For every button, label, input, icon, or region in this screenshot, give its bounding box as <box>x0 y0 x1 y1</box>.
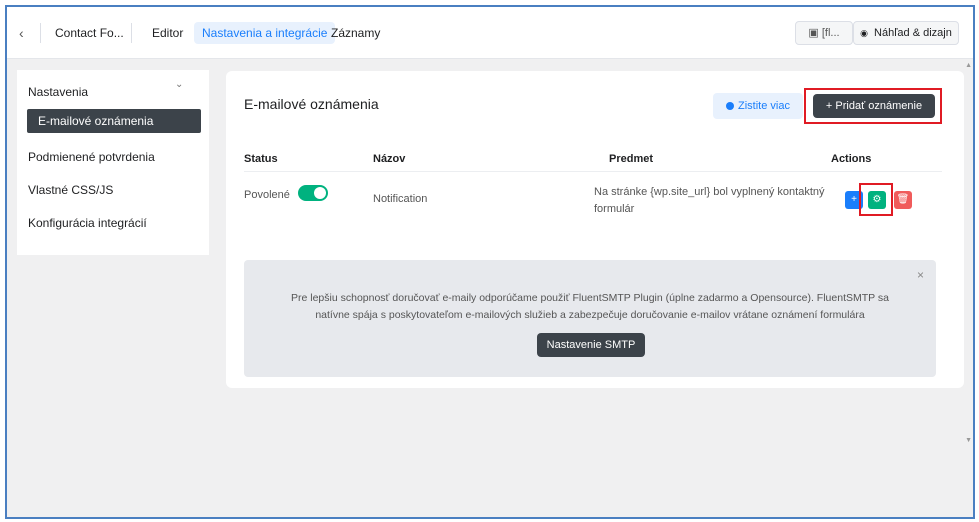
divider <box>131 23 132 43</box>
eye-icon: ◉ <box>860 28 868 38</box>
row-status-text: Povolené <box>244 189 290 201</box>
status-toggle[interactable] <box>298 185 328 201</box>
row-subject: Na stránke {wp.site_url} bol vyplnený ko… <box>594 186 825 215</box>
column-header-name: Názov <box>373 153 406 165</box>
highlight-box: + Pridať oznámenie <box>804 88 942 124</box>
sidebar-item-integration-config[interactable]: Konfigurácia integrácií <box>28 211 147 235</box>
smtp-setup-button[interactable]: Nastavenie SMTP <box>537 333 645 357</box>
info-icon <box>726 102 735 110</box>
preview-label: Náhľad & dizajn <box>874 27 952 39</box>
top-bar: ‹ Contact Fo... Editor Nastavenia a inte… <box>7 7 973 59</box>
trash-icon[interactable]: 🗑 <box>894 191 912 209</box>
tab-entries[interactable]: Záznamy <box>323 22 388 44</box>
column-header-actions: Actions <box>831 153 872 165</box>
sidebar-item-conditional-confirmations[interactable]: Podmienené potvrdenia <box>28 145 155 169</box>
preview-design-button[interactable]: ◉ Náhľad & dizajn <box>853 21 959 45</box>
sidebar-item-settings[interactable]: Nastavenia <box>28 80 88 104</box>
row-name: Notification <box>373 193 428 205</box>
close-icon[interactable]: × <box>917 268 924 282</box>
form-title[interactable]: Contact Fo... <box>55 26 124 40</box>
email-notifications-card: E-mailové oznámenia Zistite viac + Prida… <box>226 71 964 388</box>
add-notification-button[interactable]: + Pridať oznámenie <box>813 94 935 118</box>
learn-more-button[interactable]: Zistite viac <box>713 93 803 119</box>
column-header-status: Status <box>244 153 278 165</box>
shortcode-label: [fl... <box>821 27 840 39</box>
page-title: E-mailové oznámenia <box>244 96 379 112</box>
back-arrow-icon[interactable]: ‹ <box>19 25 33 41</box>
smtp-notice: × Pre lepšiu schopnosť doručovať e-maily… <box>244 260 936 377</box>
clipboard-icon: ▣ <box>808 27 819 39</box>
app-frame: ‹ Contact Fo... Editor Nastavenia a inte… <box>5 5 975 519</box>
settings-sidebar: Nastavenia ⌄ E-mailové oznámenia Podmien… <box>17 70 209 255</box>
notice-text: Pre lepšiu schopnosť doručovať e-maily o… <box>291 292 889 321</box>
scroll-down-arrow[interactable]: ▼ <box>965 437 972 444</box>
tab-settings-integrations[interactable]: Nastavenia a integrácie <box>194 22 336 44</box>
scroll-up-arrow[interactable]: ▲ <box>965 62 972 69</box>
chevron-down-icon[interactable]: ⌄ <box>175 79 183 90</box>
column-header-subject: Predmet <box>609 153 654 165</box>
sidebar-item-custom-css-js[interactable]: Vlastné CSS/JS <box>28 178 113 202</box>
learn-more-label: Zistite viac <box>738 100 790 112</box>
sidebar-item-email-notifications[interactable]: E-mailové oznámenia <box>27 109 201 133</box>
table-divider <box>244 171 942 172</box>
shortcode-copy-button[interactable]: ▣ [fl... <box>795 21 853 45</box>
gear-icon[interactable]: ⚙ <box>868 191 886 209</box>
divider <box>40 23 41 43</box>
tab-editor[interactable]: Editor <box>144 22 191 44</box>
